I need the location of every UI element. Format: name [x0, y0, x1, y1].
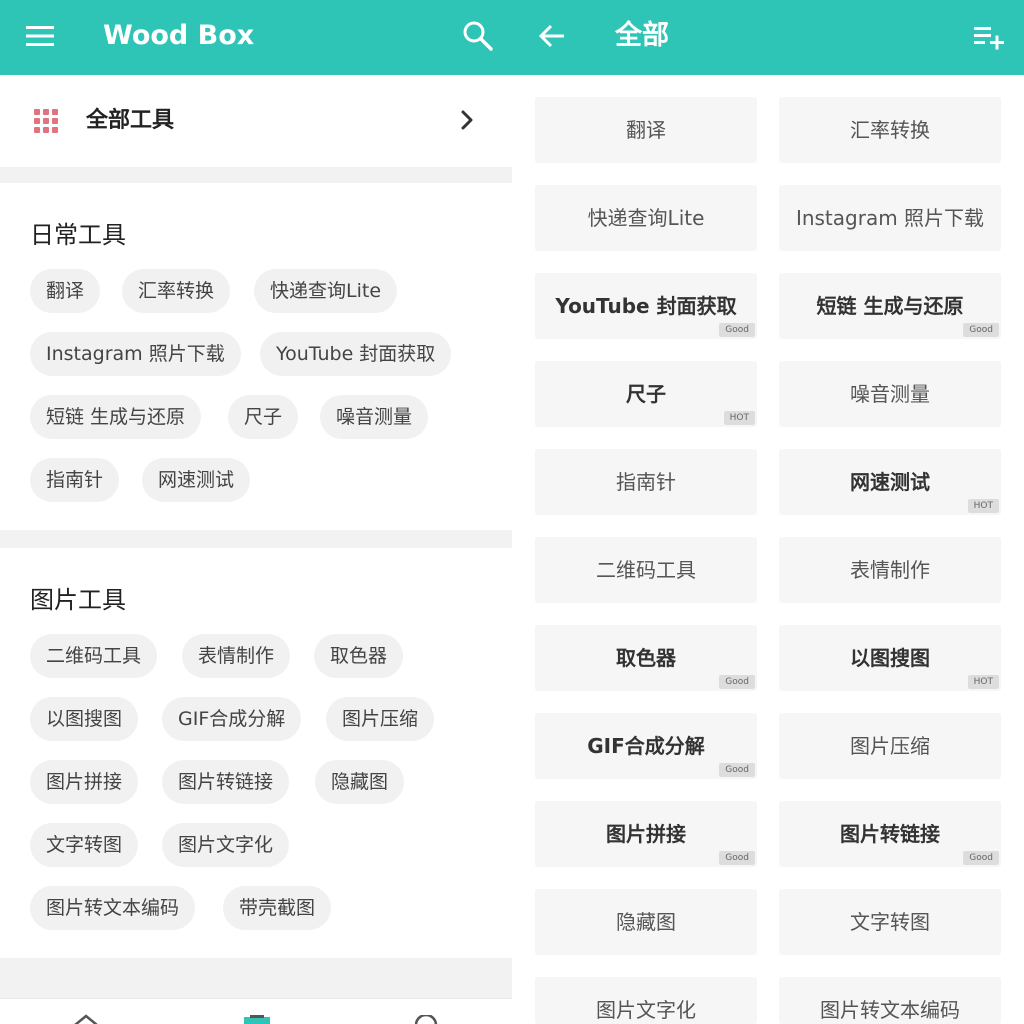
- tool-card[interactable]: GIF合成分解 Good: [535, 713, 757, 779]
- all-tools-screen: 全部 翻译 汇率转换 快递查询Lite Instagram 照片下载 YouTu…: [512, 0, 1024, 1024]
- page-title: 全部: [615, 20, 669, 51]
- tool-chip[interactable]: 带壳截图: [223, 886, 332, 930]
- app-title: Wood Box: [103, 20, 255, 51]
- tool-chip[interactable]: 文字转图: [30, 823, 139, 867]
- section-title: 图片工具: [30, 586, 126, 614]
- tool-chip[interactable]: 图片转文本编码: [30, 886, 196, 930]
- tool-chip[interactable]: 指南针: [30, 458, 120, 502]
- tool-card-label: 图片拼接: [606, 822, 686, 846]
- tool-chip[interactable]: 图片拼接: [30, 760, 139, 804]
- image-tools-section: 图片工具 二维码工具 表情制作 取色器 以图搜图 GIF合成分解 图片压缩 图片…: [0, 548, 512, 958]
- tool-chip[interactable]: 表情制作: [182, 634, 291, 678]
- tool-chip[interactable]: YouTube 封面获取: [260, 332, 452, 376]
- playlist-add-icon[interactable]: [970, 18, 1006, 54]
- tool-card-label: 翻译: [626, 118, 666, 142]
- tool-chip[interactable]: 以图搜图: [30, 697, 139, 741]
- arrow-left-icon[interactable]: [534, 18, 570, 54]
- top-app-bar: Wood Box: [0, 0, 512, 75]
- tool-chip[interactable]: Instagram 照片下载: [30, 332, 241, 376]
- toolbox-icon[interactable]: [242, 1015, 272, 1024]
- tag-badge: Good: [719, 763, 755, 777]
- tool-card-label: 图片转文本编码: [820, 998, 960, 1022]
- tool-chip[interactable]: 短链 生成与还原: [30, 395, 202, 439]
- tool-card[interactable]: 网速测试 HOT: [779, 449, 1001, 515]
- tool-chip[interactable]: 取色器: [314, 634, 404, 678]
- tool-card[interactable]: 汇率转换: [779, 97, 1001, 163]
- tool-card-label: 文字转图: [850, 910, 930, 934]
- tool-card[interactable]: 二维码工具: [535, 537, 757, 603]
- section-title: 日常工具: [30, 221, 126, 249]
- tool-chip[interactable]: 图片转链接: [162, 760, 290, 804]
- tool-card-label: 噪音测量: [850, 382, 930, 406]
- home-icon[interactable]: [72, 1013, 100, 1024]
- tag-badge: Good: [963, 851, 999, 865]
- tool-chip[interactable]: 翻译: [30, 269, 101, 313]
- tool-chip[interactable]: 噪音测量: [320, 395, 429, 439]
- tool-card[interactable]: 快递查询Lite: [535, 185, 757, 251]
- tool-card-label: 网速测试: [850, 470, 930, 494]
- tool-card-label: 隐藏图: [616, 910, 676, 934]
- tool-card[interactable]: 表情制作: [779, 537, 1001, 603]
- chevron-right-icon: [461, 110, 473, 130]
- tool-home-screen: Wood Box 全部工具 日常工具 翻译 汇率转换 快递查询Lite Inst…: [0, 0, 512, 1024]
- tool-card[interactable]: 文字转图: [779, 889, 1001, 955]
- tag-badge: Good: [963, 323, 999, 337]
- grid-icon: [34, 109, 58, 133]
- tool-card-label: 图片文字化: [596, 998, 696, 1022]
- tool-chip[interactable]: 图片压缩: [326, 697, 435, 741]
- tool-card[interactable]: Instagram 照片下载: [779, 185, 1001, 251]
- all-tools-row[interactable]: 全部工具: [0, 75, 512, 167]
- tool-card-label: 以图搜图: [850, 646, 930, 670]
- tool-chip[interactable]: 二维码工具: [30, 634, 158, 678]
- bottom-navigation: [0, 998, 512, 1024]
- tool-card[interactable]: 尺子 HOT: [535, 361, 757, 427]
- tool-card[interactable]: 图片文字化: [535, 977, 757, 1024]
- tool-card[interactable]: 图片拼接 Good: [535, 801, 757, 867]
- tool-card-label: 指南针: [616, 470, 676, 494]
- tool-card-label: GIF合成分解: [587, 734, 705, 758]
- tool-chip[interactable]: 尺子: [228, 395, 299, 439]
- tool-chip[interactable]: 图片文字化: [162, 823, 290, 867]
- top-app-bar: 全部: [512, 0, 1024, 75]
- search-icon[interactable]: [460, 18, 496, 54]
- tool-chip[interactable]: 汇率转换: [122, 269, 231, 313]
- tool-card[interactable]: 取色器 Good: [535, 625, 757, 691]
- tool-card-label: Instagram 照片下载: [795, 206, 985, 230]
- tag-badge: Good: [719, 851, 755, 865]
- menu-icon[interactable]: [22, 18, 58, 54]
- tool-card[interactable]: 图片转文本编码: [779, 977, 1001, 1024]
- tag-badge: Good: [719, 323, 755, 337]
- tool-card-label: YouTube 封面获取: [555, 294, 737, 318]
- tool-card[interactable]: 图片压缩: [779, 713, 1001, 779]
- tag-badge: HOT: [967, 499, 999, 513]
- tool-chip[interactable]: 网速测试: [142, 458, 251, 502]
- tool-card[interactable]: 图片转链接 Good: [779, 801, 1001, 867]
- tool-card-label: 短链 生成与还原: [816, 294, 964, 318]
- tool-card-label: 汇率转换: [850, 118, 930, 142]
- tag-badge: HOT: [967, 675, 999, 689]
- daily-tools-section: 日常工具 翻译 汇率转换 快递查询Lite Instagram 照片下载 You…: [0, 183, 512, 530]
- tool-card[interactable]: 噪音测量: [779, 361, 1001, 427]
- profile-icon[interactable]: [412, 1015, 440, 1024]
- all-tools-label: 全部工具: [86, 108, 175, 133]
- tool-card[interactable]: YouTube 封面获取 Good: [535, 273, 757, 339]
- tool-card[interactable]: 以图搜图 HOT: [779, 625, 1001, 691]
- tool-card-label: 取色器: [616, 646, 676, 670]
- tool-card-label: 快递查询Lite: [587, 206, 705, 230]
- tool-card-label: 图片转链接: [840, 822, 940, 846]
- tool-chip[interactable]: 快递查询Lite: [254, 269, 398, 313]
- tool-card-label: 二维码工具: [596, 558, 696, 582]
- tag-badge: HOT: [723, 411, 755, 425]
- tool-card[interactable]: 指南针: [535, 449, 757, 515]
- tool-chip[interactable]: GIF合成分解: [162, 697, 302, 741]
- tool-card[interactable]: 隐藏图: [535, 889, 757, 955]
- tool-card-label: 尺子: [626, 382, 666, 406]
- tool-card[interactable]: 短链 生成与还原 Good: [779, 273, 1001, 339]
- tool-chip[interactable]: 隐藏图: [315, 760, 405, 804]
- tool-card-label: 表情制作: [850, 558, 930, 582]
- tool-card-label: 图片压缩: [850, 734, 930, 758]
- tool-card[interactable]: 翻译: [535, 97, 757, 163]
- tag-badge: Good: [719, 675, 755, 689]
